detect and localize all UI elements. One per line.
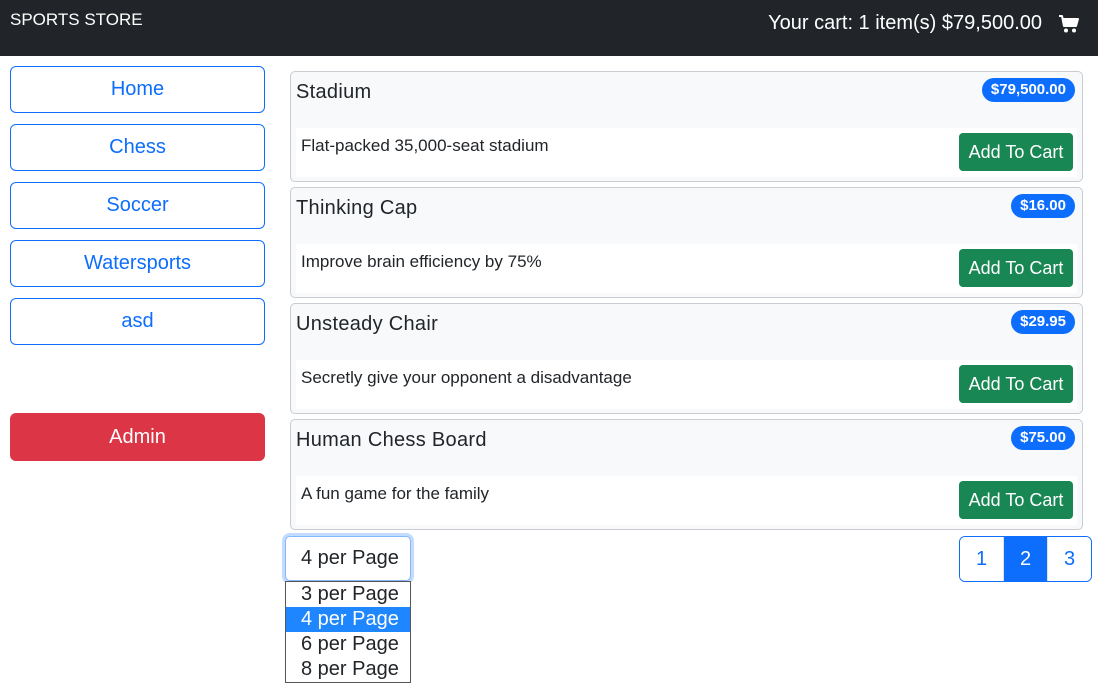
page-button-3[interactable]: 3: [1047, 537, 1091, 581]
product-name: Stadium: [296, 81, 372, 103]
page-button-2[interactable]: 2: [1003, 537, 1047, 581]
add-to-cart-button[interactable]: Add To Cart: [959, 249, 1073, 287]
add-to-cart-button[interactable]: Add To Cart: [959, 365, 1073, 403]
add-to-cart-button[interactable]: Add To Cart: [959, 481, 1073, 519]
page-size-option-selected[interactable]: 4 per Page: [286, 607, 410, 632]
product-name: Unsteady Chair: [296, 313, 439, 335]
cart-summary[interactable]: Your cart: 1 item(s) $79,500.00: [768, 12, 1080, 35]
add-to-cart-button[interactable]: Add To Cart: [959, 133, 1073, 171]
product-body: Secretly give your opponent a disadvanta…: [296, 360, 1077, 409]
navbar: SPORTS STORE Your cart: 1 item(s) $79,50…: [0, 0, 1098, 56]
product-body: A fun game for the family Add To Cart: [296, 476, 1077, 525]
category-sidebar: Home Chess Soccer Watersports asd: [10, 66, 265, 356]
product-card: Human Chess Board $75.00 A fun game for …: [290, 419, 1083, 530]
pagination: 1 2 3: [959, 536, 1092, 582]
product-description: A fun game for the family: [301, 484, 490, 503]
product-name: Thinking Cap: [296, 197, 418, 219]
price-badge: $16.00: [1011, 194, 1075, 218]
category-home-button[interactable]: Home: [10, 66, 265, 113]
product-card: Stadium $79,500.00 Flat-packed 35,000-se…: [290, 71, 1083, 182]
product-card: Unsteady Chair $29.95 Secretly give your…: [290, 303, 1083, 414]
product-description: Flat-packed 35,000-seat stadium: [301, 136, 549, 155]
page-size-dropdown: 3 per Page 4 per Page 6 per Page 8 per P…: [285, 581, 411, 683]
page-size-option[interactable]: 3 per Page: [286, 582, 410, 607]
product-description: Improve brain efficiency by 75%: [301, 252, 542, 271]
product-name: Human Chess Board: [296, 429, 487, 451]
price-badge: $29.95: [1011, 310, 1075, 334]
price-badge: $75.00: [1011, 426, 1075, 450]
category-chess-button[interactable]: Chess: [10, 124, 265, 171]
page-size-select[interactable]: 4 per Page: [285, 536, 411, 581]
shopping-cart-icon[interactable]: [1058, 14, 1080, 34]
cart-summary-text: Your cart: 1 item(s) $79,500.00: [768, 12, 1042, 34]
page-size-option[interactable]: 8 per Page: [286, 657, 410, 682]
product-body: Flat-packed 35,000-seat stadium Add To C…: [296, 128, 1077, 177]
store-brand[interactable]: SPORTS STORE: [10, 10, 143, 30]
page-size-option[interactable]: 6 per Page: [286, 632, 410, 657]
price-badge: $79,500.00: [981, 78, 1075, 102]
category-watersports-button[interactable]: Watersports: [10, 240, 265, 287]
admin-button[interactable]: Admin: [10, 413, 265, 461]
page-button-1[interactable]: 1: [960, 537, 1003, 581]
category-asd-button[interactable]: asd: [10, 298, 265, 345]
product-list: Stadium $79,500.00 Flat-packed 35,000-se…: [290, 71, 1083, 535]
product-card: Thinking Cap $16.00 Improve brain effici…: [290, 187, 1083, 298]
category-soccer-button[interactable]: Soccer: [10, 182, 265, 229]
product-description: Secretly give your opponent a disadvanta…: [301, 368, 632, 387]
product-body: Improve brain efficiency by 75% Add To C…: [296, 244, 1077, 293]
